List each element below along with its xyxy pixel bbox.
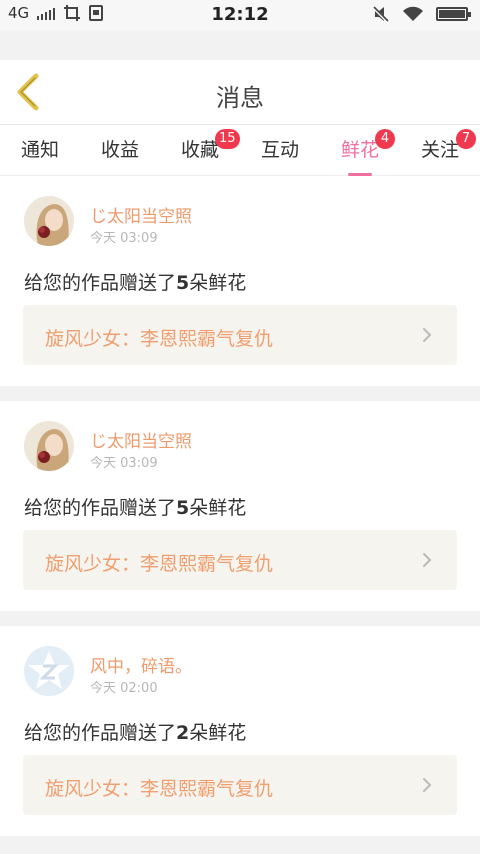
message-time: 今天 03:09	[90, 456, 158, 471]
battery-icon	[436, 7, 471, 21]
tab-notifications[interactable]: 通知	[0, 135, 80, 175]
message-prefix: 给您的作品赠送了	[24, 497, 177, 519]
tab-interactions[interactable]: 互动	[240, 135, 320, 175]
tab-badge-flowers: 4	[375, 129, 395, 149]
work-title: 旋风少女：李恩熙霸气复仇	[45, 328, 274, 350]
flower-message-card: 风中，碎语。 今天 02:00 给您的作品赠送了2朵鲜花 旋风少女：李恩熙霸气复…	[0, 626, 480, 836]
tab-badge-following: 7	[456, 129, 476, 149]
flower-message-card: じ太阳当空照 今天 03:09 给您的作品赠送了5朵鲜花 旋风少女：李恩熙霸气复…	[0, 401, 480, 611]
tab-bar: 通知 收益 收藏 15 互动 鲜花 4 关注 7	[0, 125, 480, 176]
chevron-right-icon	[423, 553, 432, 567]
tab-label: 鲜花	[340, 139, 379, 161]
work-link[interactable]: 旋风少女：李恩熙霸气复仇	[23, 755, 457, 815]
top-spacer	[0, 30, 480, 60]
work-title: 旋风少女：李恩熙霸气复仇	[45, 778, 274, 800]
sender-name[interactable]: 风中，碎语。	[90, 652, 192, 677]
tab-label: 通知	[20, 139, 59, 161]
user-avatar-image	[24, 421, 74, 471]
tab-label: 收藏	[180, 139, 219, 161]
sender-name[interactable]: じ太阳当空照	[90, 427, 192, 452]
message-text: 给您的作品赠送了2朵鲜花	[24, 718, 246, 745]
tab-label: 关注	[420, 139, 459, 161]
tab-favorites[interactable]: 收藏 15	[160, 129, 240, 175]
message-text: 给您的作品赠送了5朵鲜花	[24, 493, 246, 520]
message-time: 今天 02:00	[90, 681, 158, 696]
mute-icon	[372, 5, 390, 23]
message-suffix: 朵鲜花	[189, 722, 247, 744]
tab-earnings[interactable]: 收益	[80, 135, 160, 175]
avatar[interactable]	[24, 421, 74, 471]
status-bar: 4G 12:12	[0, 0, 480, 30]
chevron-right-icon	[423, 778, 432, 792]
message-text: 给您的作品赠送了5朵鲜花	[24, 268, 246, 295]
header: 消息	[0, 60, 480, 125]
message-prefix: 给您的作品赠送了	[24, 272, 177, 294]
status-right	[372, 5, 471, 23]
tab-badge-favorites: 15	[215, 129, 240, 149]
chevron-right-icon	[423, 328, 432, 342]
work-link[interactable]: 旋风少女：李恩熙霸气复仇	[23, 530, 457, 590]
tab-label: 互动	[260, 139, 299, 161]
tab-flowers[interactable]: 鲜花 4	[320, 129, 400, 176]
message-suffix: 朵鲜花	[189, 497, 247, 519]
flower-count: 5	[176, 272, 190, 294]
wifi-icon	[403, 6, 423, 21]
work-link[interactable]: 旋风少女：李恩熙霸气复仇	[23, 305, 457, 365]
work-title: 旋风少女：李恩熙霸气复仇	[45, 553, 274, 575]
sender-name[interactable]: じ太阳当空照	[90, 202, 192, 227]
user-avatar-image	[24, 196, 74, 246]
message-suffix: 朵鲜花	[189, 272, 247, 294]
message-time: 今天 03:09	[90, 231, 158, 246]
avatar[interactable]	[24, 646, 74, 696]
tab-label: 收益	[100, 139, 139, 161]
default-avatar-star-icon	[24, 646, 74, 696]
flower-count: 5	[176, 497, 190, 519]
tab-following[interactable]: 关注 7	[400, 129, 480, 175]
flower-message-card: じ太阳当空照 今天 03:09 给您的作品赠送了5朵鲜花 旋风少女：李恩熙霸气复…	[0, 176, 480, 386]
flower-count: 2	[176, 722, 190, 744]
page-title: 消息	[216, 84, 264, 112]
message-prefix: 给您的作品赠送了	[24, 722, 177, 744]
avatar[interactable]	[24, 196, 74, 246]
